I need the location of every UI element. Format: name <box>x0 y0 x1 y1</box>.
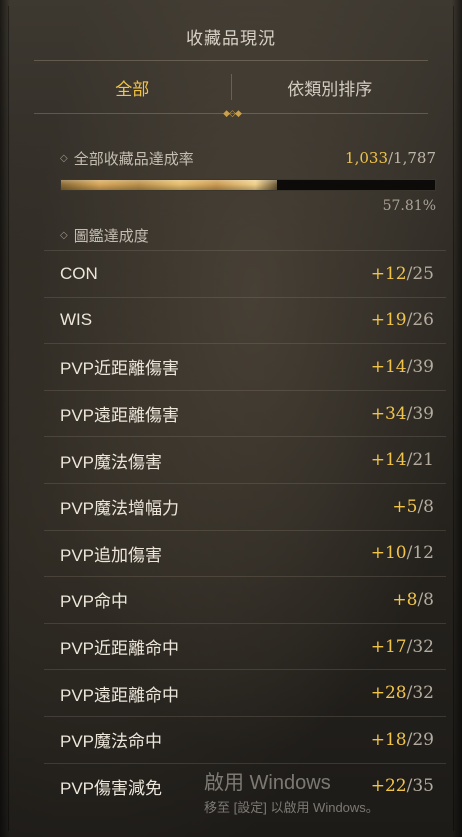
stat-max: 8 <box>423 496 434 517</box>
stat-value: +8/8 <box>392 590 434 610</box>
stat-max: 39 <box>412 356 434 377</box>
panel-title: 收藏品現況 <box>186 29 276 48</box>
stat-max: 21 <box>412 450 434 471</box>
stat-current: +14 <box>370 356 407 377</box>
stat-current: +10 <box>370 543 407 564</box>
stat-value: +14/21 <box>371 450 434 470</box>
stat-value: +10/12 <box>371 543 434 563</box>
stat-max: 29 <box>412 729 434 750</box>
stat-current: +14 <box>370 450 407 471</box>
stat-name: PVP魔法命中 <box>60 732 163 752</box>
diamond-icon: ◇ <box>60 152 68 164</box>
overall-progress-bar <box>60 179 436 191</box>
overall-progress-fill <box>61 180 278 190</box>
stat-name: PVP遠距離命中 <box>60 685 180 705</box>
stat-name: WIS <box>60 310 93 330</box>
stat-name: CON <box>60 263 98 283</box>
stat-value: +17/32 <box>371 637 434 657</box>
stat-max: 32 <box>412 683 434 704</box>
stat-bonus-row[interactable]: WIS +19/26 <box>44 296 446 344</box>
stat-bonus-row[interactable]: PVP魔法命中 +18/29 <box>44 715 446 763</box>
stat-value: +18/29 <box>371 730 434 750</box>
overall-current: 1,033 <box>345 149 388 167</box>
stat-current: +22 <box>370 776 407 797</box>
stat-name: PVP遠距離傷害 <box>60 406 180 426</box>
stat-bonus-row[interactable]: PVP近距離傷害 +14/39 <box>44 343 446 390</box>
stat-max: 32 <box>412 636 434 657</box>
stat-bonus-row[interactable]: CON +12/25 <box>44 250 446 297</box>
stat-bonus-row[interactable]: PVP魔法傷害 +14/21 <box>44 436 446 483</box>
stat-name: PVP魔法傷害 <box>60 452 163 472</box>
codex-section-label: 圖鑑達成度 <box>73 227 149 245</box>
stat-name: PVP近距離命中 <box>60 639 180 659</box>
stat-bonus-row[interactable]: PVP遠距離傷害 +34/39 <box>44 389 446 437</box>
stat-max: 12 <box>412 543 434 564</box>
stat-value: +19/26 <box>371 310 434 330</box>
stat-name: PVP近距離傷害 <box>60 359 180 379</box>
title-divider <box>34 60 428 61</box>
stat-max: 25 <box>412 263 434 284</box>
stat-max: 39 <box>412 403 434 424</box>
stat-bonus-row[interactable]: PVP追加傷害 +10/12 <box>44 529 446 577</box>
stat-value: +5/8 <box>392 497 434 517</box>
stat-bonus-row[interactable]: PVP近距離命中 +17/32 <box>44 622 446 670</box>
stat-value: +12/25 <box>371 264 434 284</box>
stat-name: PVP魔法增幅力 <box>60 499 180 519</box>
stat-bonus-row[interactable]: PVP傷害減免 +22/35 <box>44 762 446 810</box>
stat-bonus-row[interactable]: PVP魔法增幅力 +5/8 <box>44 482 446 530</box>
tab-sort-by-category[interactable]: 依類別排序 <box>232 62 429 112</box>
stat-value: +22/35 <box>371 776 434 796</box>
stat-max: 26 <box>412 310 434 331</box>
stat-bonus-list: CON +12/25 WIS +19/26 PVP近距離傷害 +14/39 PVP遠距離傷害… <box>44 250 446 809</box>
tab-all[interactable]: 全部 <box>34 62 231 112</box>
stat-current: +8 <box>392 589 418 610</box>
stat-current: +28 <box>370 683 407 704</box>
collection-status-panel: 收藏品現況 全部 依類別排序 ◆◇◆ ◇ 全部收藏品達成率 1,033/1,78… <box>0 0 462 837</box>
stat-current: +18 <box>370 729 407 750</box>
ornament-icon: ◆◇◆ <box>223 108 242 118</box>
overall-completion-count: 1,033/1,787 <box>345 149 436 167</box>
stat-current: +17 <box>370 636 407 657</box>
overall-completion-row: ◇ 全部收藏品達成率 1,033/1,787 <box>60 146 436 170</box>
stat-max: 35 <box>412 776 434 797</box>
stat-value: +34/39 <box>371 404 434 424</box>
stat-current: +19 <box>370 310 407 331</box>
stat-current: +5 <box>392 496 418 517</box>
stat-value: +28/32 <box>371 683 434 703</box>
overall-completion-label-group: ◇ 全部收藏品達成率 <box>60 148 194 169</box>
stat-current: +12 <box>370 263 407 284</box>
tab-bar: 全部 依類別排序 <box>34 62 428 112</box>
stat-bonus-row[interactable]: PVP命中 +8/8 <box>44 576 446 623</box>
stat-max: 8 <box>423 589 434 610</box>
stat-current: +34 <box>370 403 407 424</box>
stat-value: +14/39 <box>371 357 434 377</box>
stat-name: PVP追加傷害 <box>60 545 163 565</box>
codex-section-header: ◇ 圖鑑達成度 <box>60 223 149 247</box>
stat-bonus-row[interactable]: PVP遠距離命中 +28/32 <box>44 669 446 716</box>
stat-name: PVP傷害減免 <box>60 778 163 798</box>
overall-completion-label: 全部收藏品達成率 <box>73 150 194 168</box>
stat-name: PVP命中 <box>60 592 129 612</box>
overall-total: /1,787 <box>388 149 436 167</box>
diamond-icon: ◇ <box>60 229 68 241</box>
overall-percent: 57.81% <box>382 198 436 214</box>
